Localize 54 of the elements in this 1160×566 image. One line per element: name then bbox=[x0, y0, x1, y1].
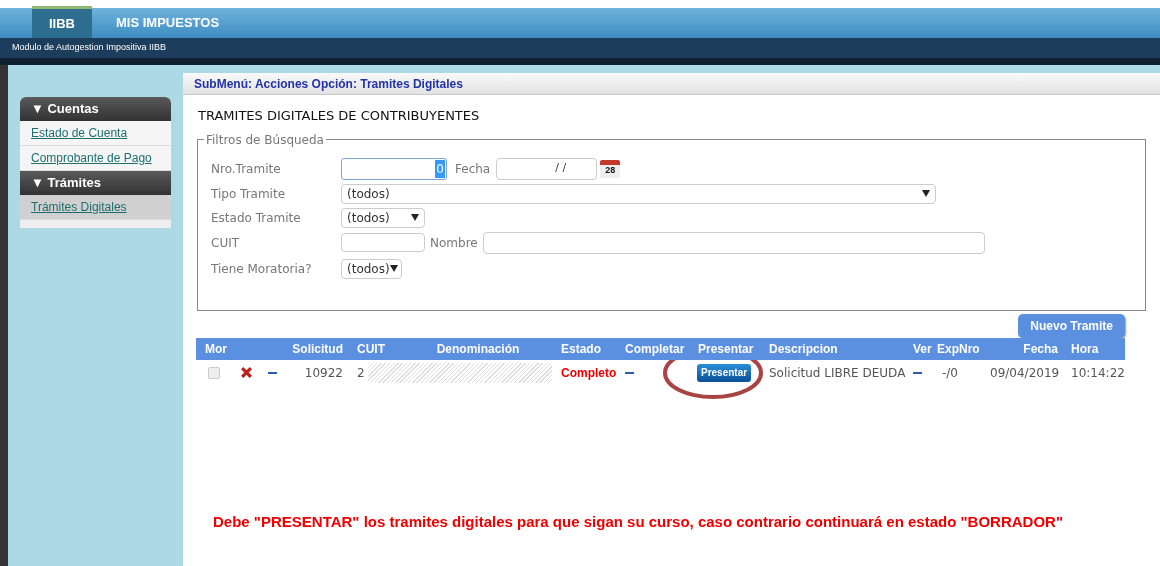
completar-dash-icon[interactable] bbox=[625, 371, 634, 374]
page-title: TRAMITES DIGITALES DE CONTRIBUYENTES bbox=[198, 107, 481, 125]
module-subtitle: Modulo de Autogestion Impositiva IIBB bbox=[12, 41, 167, 55]
column-header: Fecha bbox=[1022, 340, 1059, 358]
field-label: Estado Tramite bbox=[211, 209, 302, 227]
table-cell-text: Solicitud LIBRE DEUDA bbox=[768, 364, 907, 382]
status-text: Completo bbox=[560, 364, 618, 382]
nro-tramite-field[interactable]: 0 bbox=[341, 157, 447, 180]
sidebar-section-header[interactable]: ▼ Trámites bbox=[20, 171, 171, 195]
field-label: CUIT bbox=[211, 234, 241, 252]
dropdown-arrow-icon bbox=[922, 190, 930, 197]
column-header: Estado bbox=[560, 340, 602, 358]
column-header: CUIT bbox=[356, 340, 386, 358]
column-header: Descripcion bbox=[768, 340, 839, 358]
new-tramite-button[interactable]: Nuevo Tramite bbox=[1018, 313, 1125, 338]
edit-dash-icon[interactable] bbox=[268, 371, 277, 374]
presentar-button[interactable]: Presentar bbox=[697, 363, 752, 382]
dropdown-arrow-icon bbox=[411, 214, 419, 221]
field-label: Tiene Moratoria? bbox=[211, 260, 313, 278]
column-header: Mor bbox=[204, 340, 228, 358]
sidebar-section-header[interactable]: ▼ Cuentas bbox=[20, 97, 171, 121]
delete-icon[interactable] bbox=[240, 366, 253, 379]
sidebar-item[interactable]: Estado de Cuenta bbox=[20, 121, 171, 146]
field-label: Nombre bbox=[430, 234, 478, 252]
column-header: Solicitud bbox=[291, 340, 344, 358]
fecha-field[interactable]: / / bbox=[496, 157, 598, 180]
column-header: Ver bbox=[912, 340, 932, 358]
table-cell-text: 2 bbox=[356, 364, 366, 382]
cuit-field[interactable] bbox=[341, 233, 425, 252]
table-cell-text: 09/04/2019 bbox=[990, 364, 1061, 382]
dropdown-arrow-icon bbox=[389, 265, 398, 272]
field-label: Fecha bbox=[455, 160, 491, 178]
field-label: Nro.Tramite bbox=[211, 160, 282, 178]
field-label: Tipo Tramite bbox=[211, 185, 287, 203]
top-tab[interactable]: IIBB bbox=[32, 6, 92, 38]
tipo-tramite-select[interactable]: (todos) bbox=[341, 183, 936, 204]
sidebar-item[interactable]: Comprobante de Pago bbox=[20, 146, 171, 171]
sidebar-item[interactable]: Trámites Digitales bbox=[20, 195, 171, 220]
table-cell-text: 10:14:22 bbox=[1070, 364, 1125, 382]
column-header: Denominación bbox=[435, 340, 521, 358]
table-cell-text: -/0 bbox=[941, 364, 959, 382]
table-cell-text: 10922 bbox=[303, 364, 344, 382]
notice-text: Debe "PRESENTAR" los tramites digitales para que sigan su curso, caso contrario continuará en estado "BORRADOR" bbox=[213, 513, 1064, 530]
breadcrumb: SubMenú: Acciones Opción: Tramites Digitales bbox=[194, 75, 463, 93]
nombre-field[interactable] bbox=[482, 231, 985, 254]
moratoria-select[interactable]: (todos) bbox=[341, 258, 402, 279]
column-header: Completar bbox=[624, 340, 686, 358]
row-checkbox[interactable] bbox=[208, 366, 220, 379]
column-header: Presentar bbox=[697, 340, 755, 358]
calendar-button[interactable]: 28 bbox=[600, 159, 621, 178]
column-header: ExpNro bbox=[936, 340, 981, 358]
column-header: Hora bbox=[1070, 340, 1100, 358]
ver-dash-icon[interactable] bbox=[913, 371, 922, 374]
estado-tramite-select[interactable]: (todos) bbox=[341, 207, 425, 228]
